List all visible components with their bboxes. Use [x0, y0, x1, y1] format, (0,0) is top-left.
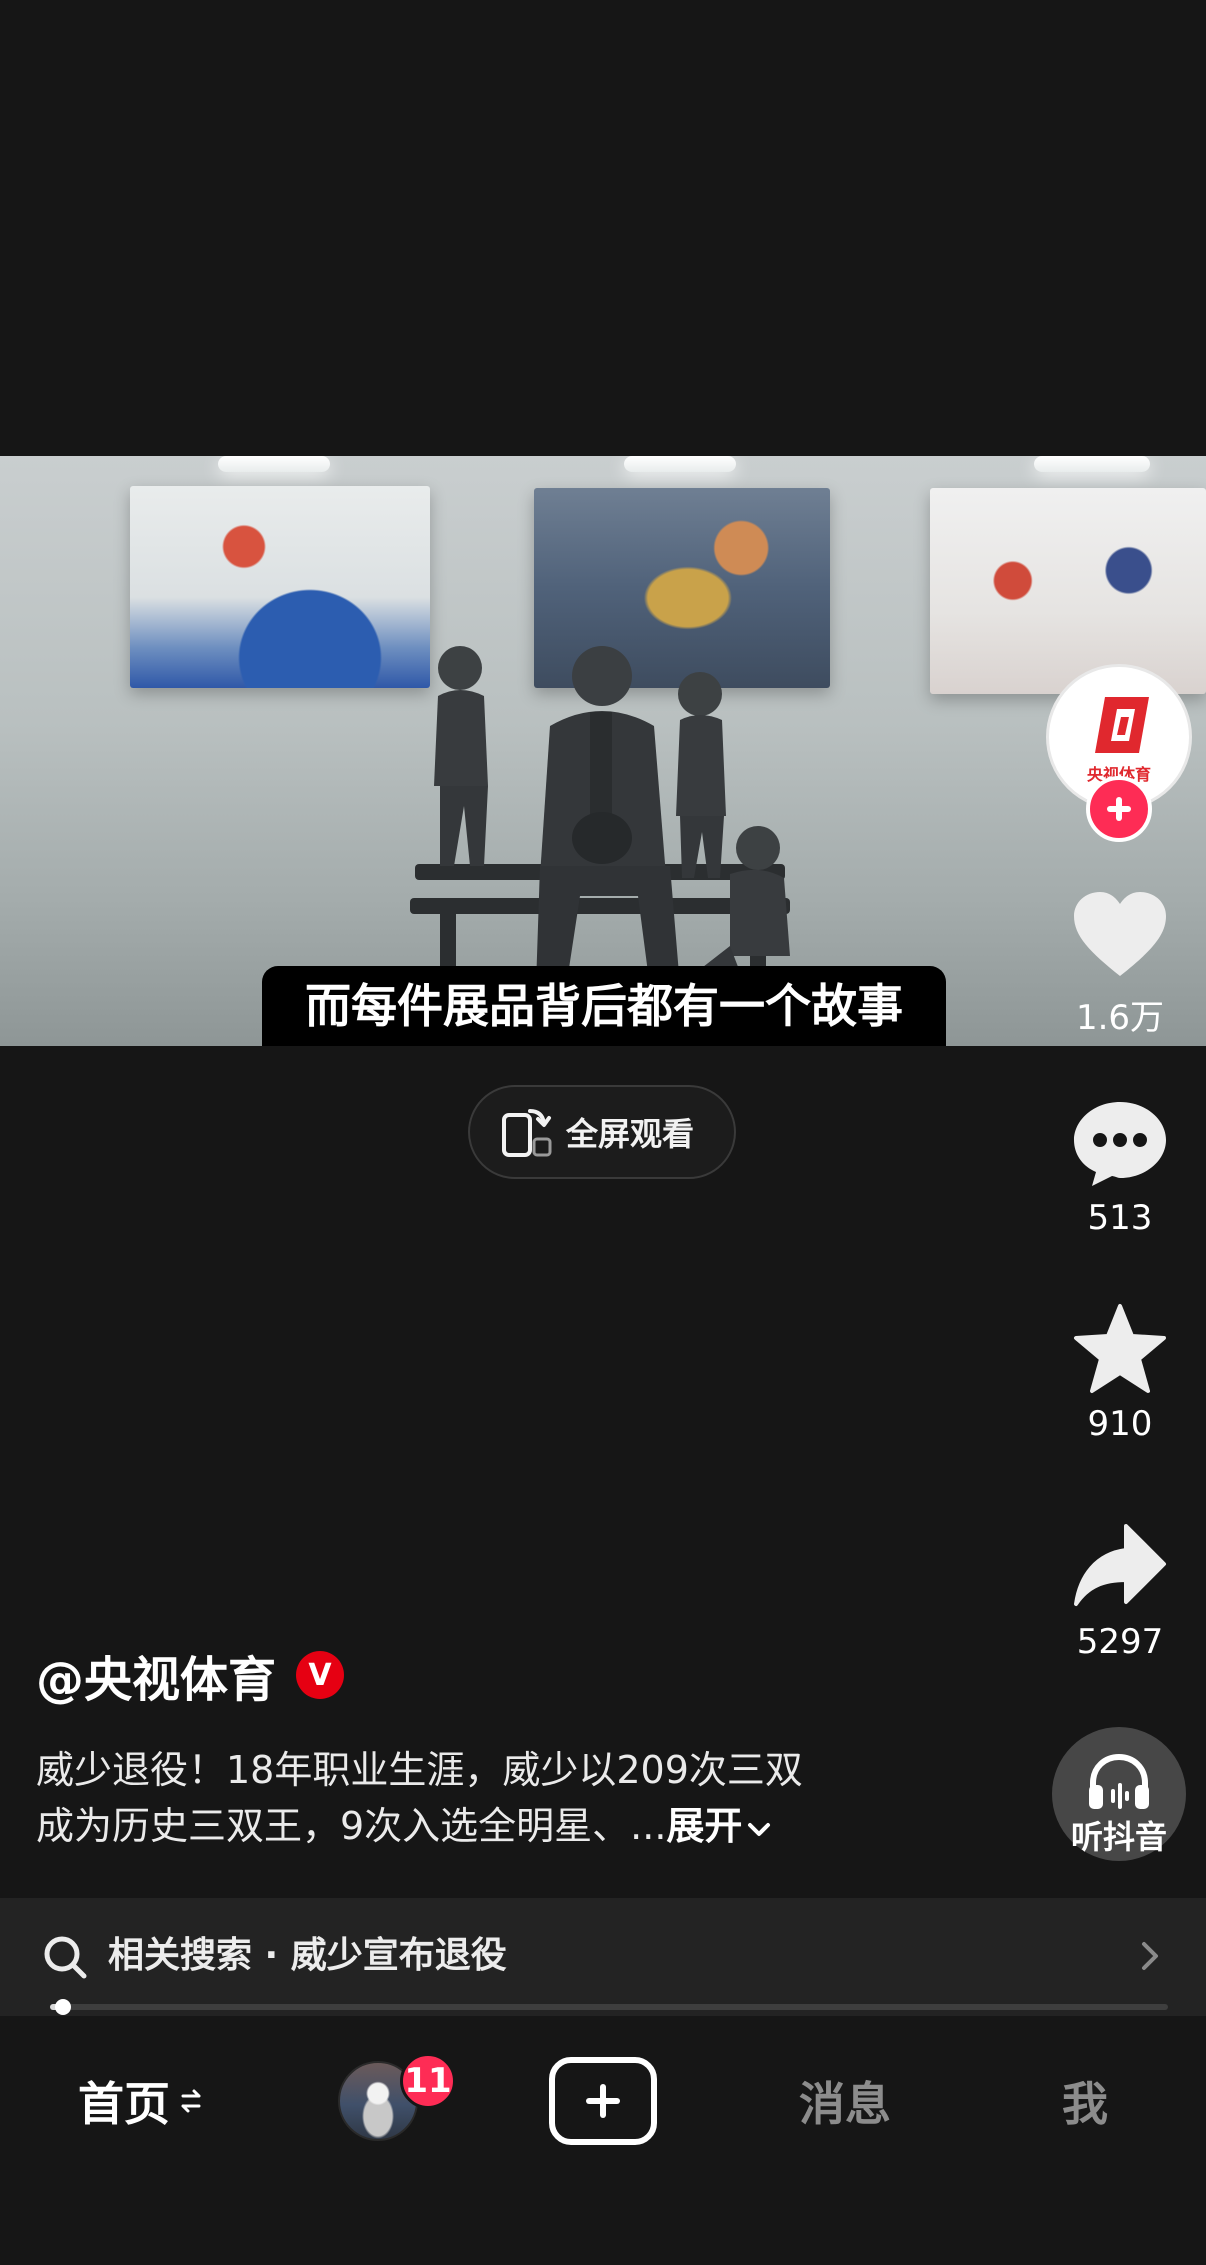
ceiling-light [1034, 456, 1150, 472]
share-button[interactable]: 5297 [1060, 1520, 1180, 1662]
video-subtitle: 而每件展品背后都有一个故事 [262, 966, 946, 1046]
like-button[interactable]: 1.6万 [1060, 888, 1180, 1039]
expand-label: 展开 [666, 1804, 743, 1848]
description-line: 成为历史三双王，9次入选全明星、...展开 [36, 1798, 936, 1854]
video-player[interactable] [0, 456, 1206, 1046]
related-search-text: 相关搜索 · 威少宣布退役 [108, 1935, 507, 1976]
description-line: 威少退役！18年职业生涯，威少以209次三双 [36, 1748, 803, 1792]
favorite-button[interactable]: 910 [1060, 1302, 1180, 1444]
star-icon [1074, 1304, 1166, 1393]
swap-icon [181, 2089, 201, 2113]
tab-messages-label: 消息 [799, 2077, 891, 2131]
cctv-sports-logo-icon [1095, 697, 1149, 753]
plus-icon [1107, 797, 1131, 821]
headphones-icon [1089, 1753, 1149, 1809]
create-button[interactable] [549, 2056, 657, 2146]
fullscreen-button[interactable]: 全屏观看 [468, 1085, 736, 1179]
description-line-text: 成为历史三双王，9次入选全明星、... [36, 1804, 667, 1848]
chevron-down-icon [748, 1822, 771, 1836]
share-count: 5297 [1076, 1622, 1164, 1662]
ceiling-light [218, 456, 330, 472]
ceiling-light [624, 456, 736, 472]
plus-icon [586, 2084, 620, 2118]
favorite-count: 910 [1087, 1404, 1153, 1444]
listen-label: 听抖音 [1070, 1818, 1167, 1856]
search-icon [44, 1936, 87, 1979]
chevron-right-icon [1142, 1942, 1158, 1970]
verified-badge: V [296, 1651, 345, 1699]
tab-friends[interactable]: 11 [318, 2053, 456, 2146]
related-search-bar[interactable]: 相关搜索 · 威少宣布退役 [0, 1898, 1206, 2016]
share-icon [1074, 1524, 1166, 1606]
tab-messages[interactable]: 消息 [780, 2056, 910, 2146]
like-count: 1.6万 [1075, 998, 1165, 1038]
expand-button[interactable]: 展开 [666, 1804, 774, 1848]
notification-badge: 11 [400, 2053, 456, 2109]
tab-me-label: 我 [1062, 2077, 1108, 2131]
follow-button[interactable] [1086, 776, 1152, 842]
comment-count: 513 [1087, 1198, 1153, 1238]
heart-icon [1074, 892, 1166, 976]
author-row[interactable]: @央视体育 V [36, 1640, 345, 1710]
tab-home[interactable]: 首页 [70, 2056, 210, 2146]
fullscreen-rotate-icon [500, 1105, 554, 1159]
tab-home-label: 首页 [78, 2077, 170, 2131]
playback-progress-bar[interactable] [50, 1999, 1168, 2015]
tab-me[interactable]: 我 [1040, 2056, 1130, 2146]
comment-button[interactable]: 513 [1060, 1096, 1180, 1238]
fullscreen-label: 全屏观看 [566, 1115, 695, 1153]
comment-icon [1074, 1102, 1166, 1186]
video-description[interactable]: 威少退役！18年职业生涯，威少以209次三双 成为历史三双王，9次入选全明星、.… [36, 1742, 936, 1854]
author-name[interactable]: @央视体育 [36, 1640, 276, 1710]
bottom-tab-bar: 首页 11 消息 我 [0, 2018, 1206, 2265]
